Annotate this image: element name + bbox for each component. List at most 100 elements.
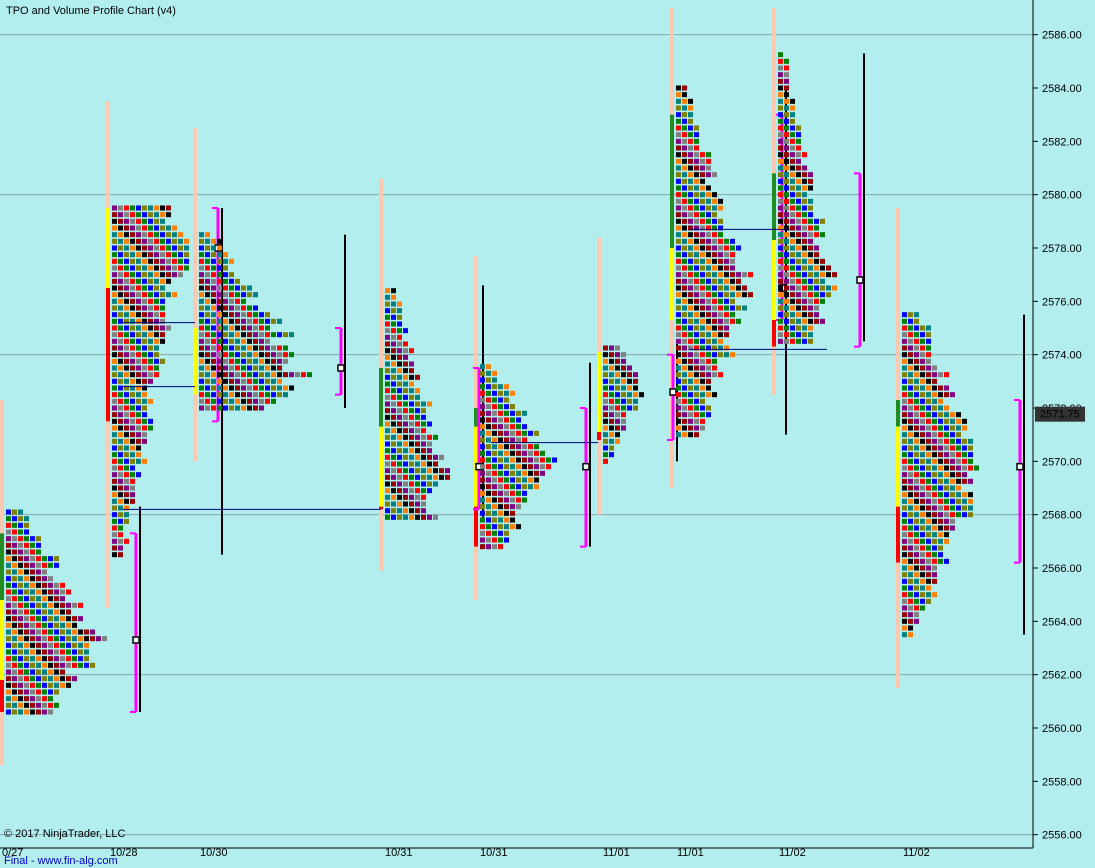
tpo-cell [6,542,11,548]
tpo-cell [385,421,390,427]
tpo-cell [54,602,59,608]
tpo-cell [956,485,961,491]
tpo-chart[interactable]: 2586.00 2584.00 2582.00 2580.00 2578.00 2576.… [0,0,1095,868]
tpo-cell [409,388,414,394]
tpo-cell [808,185,813,191]
tpo-cell [932,558,937,564]
tpo-cell [808,238,813,244]
tpo-cell [136,325,141,331]
tpo-cell [908,592,913,598]
tpo-cell [676,338,681,344]
tpo-cell [184,252,189,258]
tpo-cell [944,538,949,544]
tpo-cell [688,232,693,238]
tpo-cell [956,492,961,498]
tpo-cell [796,238,801,244]
tpo-cell [730,278,735,284]
tpo-cell [391,321,396,327]
tpo-cell [12,589,17,595]
session-bar-segment [193,394,197,462]
footer-link[interactable]: Final - www.fin-alg.com [4,855,118,867]
tpo-cell [926,598,931,604]
tpo-cell [968,478,973,484]
tpo-cell [480,384,485,390]
tpo-cell [124,298,129,304]
tpo-cell [609,345,614,351]
tpo-cell [48,656,53,662]
tpo-cell [902,412,907,418]
x-tick-label: 11/02 [903,847,930,859]
tpo-cell [118,552,123,558]
tpo-cell [826,272,831,278]
tpo-cell [938,498,943,504]
tpo-cell [199,405,204,411]
tpo-cell [229,365,234,371]
tpo-cell [391,288,396,294]
tpo-cell [60,622,65,628]
tpo-cell [66,662,71,668]
tpo-cell [241,398,246,404]
tpo-cell [814,278,819,284]
tpo-cell [136,332,141,338]
tpo-cell [18,542,23,548]
tpo-cell [397,408,402,414]
tpo-cell [271,392,276,398]
tpo-cell [199,285,204,291]
tpo-cell [130,412,135,418]
tpo-cell [796,292,801,298]
tpo-cell [682,345,687,351]
tpo-cell [694,138,699,144]
tpo-cell [700,412,705,418]
tpo-cell [265,352,270,358]
tpo-cell [724,238,729,244]
tpo-cell [510,450,515,456]
tpo-cell [385,401,390,407]
tpo-cell [265,365,270,371]
tpo-cell [528,470,533,476]
tpo-cell [36,682,41,688]
tpo-cell [403,441,408,447]
tpo-cell [295,372,300,378]
tpo-cell [676,292,681,298]
tpo-cell [205,252,210,258]
tpo-cell [54,702,59,708]
tpo-cell [492,470,497,476]
tpo-cell [397,354,402,360]
tpo-cell [938,505,943,511]
tpo-cell [223,372,228,378]
tpo-cell [397,341,402,347]
tpo-cell [938,518,943,524]
tpo-cell [914,438,919,444]
tpo-cell [136,458,141,464]
tpo-cell [30,682,35,688]
tpo-cell [42,642,47,648]
tpo-cell [289,372,294,378]
tpo-cell [199,272,204,278]
tpo-cell [621,398,626,404]
tpo-cell [784,285,789,291]
tpo-cell [902,552,907,558]
tpo-cell [199,352,204,358]
chart-canvas[interactable]: 2586.002584.002582.002580.002578.002576.… [0,0,1095,868]
tpo-cell [112,438,117,444]
tpo-cell [178,258,183,264]
tpo-cell [253,392,258,398]
tpo-cell [385,474,390,480]
tpo-cell [778,298,783,304]
tpo-cell [118,272,123,278]
tpo-cell [205,365,210,371]
tpo-cell [30,702,35,708]
tpo-cell [130,392,135,398]
tpo-cell [6,529,11,535]
tpo-cell [148,232,153,238]
tpo-cell [676,112,681,118]
tpo-cell [130,332,135,338]
tpo-cell [160,238,165,244]
tpo-cell [932,425,937,431]
tpo-cell [84,649,89,655]
tpo-cell [676,145,681,151]
tpo-cell [12,516,17,522]
tpo-cell [12,622,17,628]
tpo-cell [42,702,47,708]
tpo-cell [730,298,735,304]
